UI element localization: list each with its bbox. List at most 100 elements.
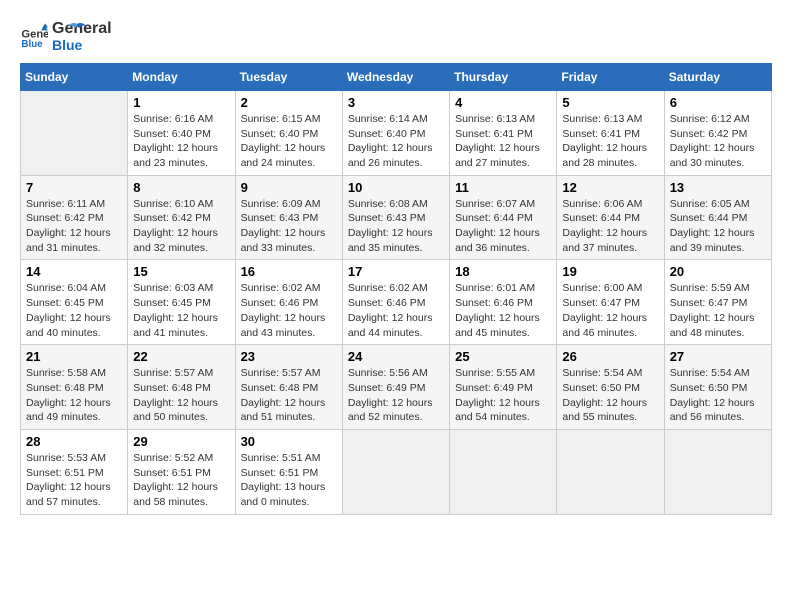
- calendar-cell: 28Sunrise: 5:53 AMSunset: 6:51 PMDayligh…: [21, 429, 128, 514]
- calendar-cell: 11 Sunrise: 6:07 AMSunset: 6:44 PMDayligh…: [450, 175, 557, 260]
- day-info: Sunrise: 5:54 AMSunset: 6:50 PMDaylight:…: [670, 366, 766, 425]
- calendar-cell: 9 Sunrise: 6:09 AMSunset: 6:43 PMDaylight…: [235, 175, 342, 260]
- day-number: 18: [455, 264, 551, 279]
- weekday-header-monday: Monday: [128, 63, 235, 90]
- day-number: 13: [670, 180, 766, 195]
- calendar-cell: 12 Sunrise: 6:06 AMSunset: 6:44 PMDayligh…: [557, 175, 664, 260]
- day-number: 8: [133, 180, 229, 195]
- day-info: Sunrise: 6:12 AMSunset: 6:42 PMDaylight:…: [670, 112, 766, 171]
- header: General Blue General Blue: [20, 20, 772, 53]
- day-number: 10: [348, 180, 444, 195]
- day-number: 23: [241, 349, 337, 364]
- calendar-cell: 4Sunrise: 6:13 AMSunset: 6:41 PMDaylight…: [450, 90, 557, 175]
- weekday-header-friday: Friday: [557, 63, 664, 90]
- calendar-cell: 17Sunrise: 6:02 AMSunset: 6:46 PMDayligh…: [342, 260, 449, 345]
- calendar-cell: 18 Sunrise: 6:01 AMSunset: 6:46 PMDayligh…: [450, 260, 557, 345]
- svg-text:Blue: Blue: [21, 40, 43, 51]
- logo: General Blue General Blue: [20, 20, 88, 53]
- calendar-cell: 8 Sunrise: 6:10 AMSunset: 6:42 PMDaylight…: [128, 175, 235, 260]
- day-info: Sunrise: 5:51 AMSunset: 6:51 PMDaylight:…: [241, 451, 337, 510]
- day-info: Sunrise: 6:04 AMSunset: 6:45 PMDaylight:…: [26, 281, 122, 340]
- calendar-cell: [664, 429, 771, 514]
- weekday-header-wednesday: Wednesday: [342, 63, 449, 90]
- day-info: Sunrise: 5:59 AMSunset: 6:47 PMDaylight:…: [670, 281, 766, 340]
- day-number: 2: [241, 95, 337, 110]
- day-info: Sunrise: 6:16 AMSunset: 6:40 PMDaylight:…: [133, 112, 229, 171]
- calendar-cell: 2 Sunrise: 6:15 AMSunset: 6:40 PMDaylight…: [235, 90, 342, 175]
- week-row-2: 7 Sunrise: 6:11 AMSunset: 6:42 PMDaylight…: [21, 175, 772, 260]
- day-number: 4: [455, 95, 551, 110]
- weekday-header-saturday: Saturday: [664, 63, 771, 90]
- logo-icon: General Blue: [20, 22, 48, 50]
- day-info: Sunrise: 6:06 AMSunset: 6:44 PMDaylight:…: [562, 197, 658, 256]
- day-info: Sunrise: 6:01 AMSunset: 6:46 PMDaylight:…: [455, 281, 551, 340]
- day-number: 12: [562, 180, 658, 195]
- day-info: Sunrise: 6:00 AMSunset: 6:47 PMDaylight:…: [562, 281, 658, 340]
- day-info: Sunrise: 6:02 AMSunset: 6:46 PMDaylight:…: [348, 281, 444, 340]
- day-number: 25: [455, 349, 551, 364]
- day-number: 11: [455, 180, 551, 195]
- weekday-header-thursday: Thursday: [450, 63, 557, 90]
- calendar-cell: [21, 90, 128, 175]
- calendar-cell: 30Sunrise: 5:51 AMSunset: 6:51 PMDayligh…: [235, 429, 342, 514]
- day-number: 9: [241, 180, 337, 195]
- weekday-header-tuesday: Tuesday: [235, 63, 342, 90]
- day-number: 3: [348, 95, 444, 110]
- calendar-table: SundayMondayTuesdayWednesdayThursdayFrid…: [20, 63, 772, 515]
- day-number: 24: [348, 349, 444, 364]
- day-number: 16: [241, 264, 337, 279]
- day-number: 6: [670, 95, 766, 110]
- week-row-4: 21 Sunrise: 5:58 AMSunset: 6:48 PMDayligh…: [21, 345, 772, 430]
- calendar-cell: 22Sunrise: 5:57 AMSunset: 6:48 PMDayligh…: [128, 345, 235, 430]
- day-info: Sunrise: 6:10 AMSunset: 6:42 PMDaylight:…: [133, 197, 229, 256]
- calendar-cell: 10 Sunrise: 6:08 AMSunset: 6:43 PMDayligh…: [342, 175, 449, 260]
- week-row-3: 14 Sunrise: 6:04 AMSunset: 6:45 PMDayligh…: [21, 260, 772, 345]
- calendar-cell: 1 Sunrise: 6:16 AMSunset: 6:40 PMDaylight…: [128, 90, 235, 175]
- calendar-cell: 25 Sunrise: 5:55 AMSunset: 6:49 PMDayligh…: [450, 345, 557, 430]
- day-info: Sunrise: 5:58 AMSunset: 6:48 PMDaylight:…: [26, 366, 122, 425]
- calendar-cell: 16 Sunrise: 6:02 AMSunset: 6:46 PMDayligh…: [235, 260, 342, 345]
- day-info: Sunrise: 5:54 AMSunset: 6:50 PMDaylight:…: [562, 366, 658, 425]
- day-number: 26: [562, 349, 658, 364]
- day-info: Sunrise: 5:55 AMSunset: 6:49 PMDaylight:…: [455, 366, 551, 425]
- calendar-cell: 27 Sunrise: 5:54 AMSunset: 6:50 PMDayligh…: [664, 345, 771, 430]
- day-info: Sunrise: 6:15 AMSunset: 6:40 PMDaylight:…: [241, 112, 337, 171]
- day-info: Sunrise: 6:11 AMSunset: 6:42 PMDaylight:…: [26, 197, 122, 256]
- day-info: Sunrise: 6:09 AMSunset: 6:43 PMDaylight:…: [241, 197, 337, 256]
- logo-bird-icon: [66, 22, 88, 40]
- calendar-cell: [557, 429, 664, 514]
- day-info: Sunrise: 6:08 AMSunset: 6:43 PMDaylight:…: [348, 197, 444, 256]
- calendar-cell: 26 Sunrise: 5:54 AMSunset: 6:50 PMDayligh…: [557, 345, 664, 430]
- calendar-cell: 14 Sunrise: 6:04 AMSunset: 6:45 PMDayligh…: [21, 260, 128, 345]
- day-number: 27: [670, 349, 766, 364]
- day-info: Sunrise: 5:57 AMSunset: 6:48 PMDaylight:…: [241, 366, 337, 425]
- day-info: Sunrise: 6:13 AMSunset: 6:41 PMDaylight:…: [562, 112, 658, 171]
- calendar-cell: [342, 429, 449, 514]
- day-number: 7: [26, 180, 122, 195]
- day-number: 14: [26, 264, 122, 279]
- day-number: 20: [670, 264, 766, 279]
- day-number: 28: [26, 434, 122, 449]
- calendar-cell: 19 Sunrise: 6:00 AMSunset: 6:47 PMDayligh…: [557, 260, 664, 345]
- calendar-cell: 6 Sunrise: 6:12 AMSunset: 6:42 PMDaylight…: [664, 90, 771, 175]
- day-info: Sunrise: 6:02 AMSunset: 6:46 PMDaylight:…: [241, 281, 337, 340]
- day-info: Sunrise: 6:07 AMSunset: 6:44 PMDaylight:…: [455, 197, 551, 256]
- day-info: Sunrise: 5:57 AMSunset: 6:48 PMDaylight:…: [133, 366, 229, 425]
- calendar-cell: [450, 429, 557, 514]
- calendar-cell: 21 Sunrise: 5:58 AMSunset: 6:48 PMDayligh…: [21, 345, 128, 430]
- calendar-cell: 3Sunrise: 6:14 AMSunset: 6:40 PMDaylight…: [342, 90, 449, 175]
- week-row-1: 1 Sunrise: 6:16 AMSunset: 6:40 PMDaylight…: [21, 90, 772, 175]
- week-row-5: 28Sunrise: 5:53 AMSunset: 6:51 PMDayligh…: [21, 429, 772, 514]
- day-number: 29: [133, 434, 229, 449]
- day-number: 5: [562, 95, 658, 110]
- day-number: 21: [26, 349, 122, 364]
- day-number: 1: [133, 95, 229, 110]
- calendar-cell: 20 Sunrise: 5:59 AMSunset: 6:47 PMDayligh…: [664, 260, 771, 345]
- calendar-cell: 29Sunrise: 5:52 AMSunset: 6:51 PMDayligh…: [128, 429, 235, 514]
- calendar-cell: 5 Sunrise: 6:13 AMSunset: 6:41 PMDaylight…: [557, 90, 664, 175]
- calendar-cell: 13Sunrise: 6:05 AMSunset: 6:44 PMDayligh…: [664, 175, 771, 260]
- day-number: 15: [133, 264, 229, 279]
- calendar-cell: 23 Sunrise: 5:57 AMSunset: 6:48 PMDayligh…: [235, 345, 342, 430]
- day-number: 19: [562, 264, 658, 279]
- day-info: Sunrise: 6:03 AMSunset: 6:45 PMDaylight:…: [133, 281, 229, 340]
